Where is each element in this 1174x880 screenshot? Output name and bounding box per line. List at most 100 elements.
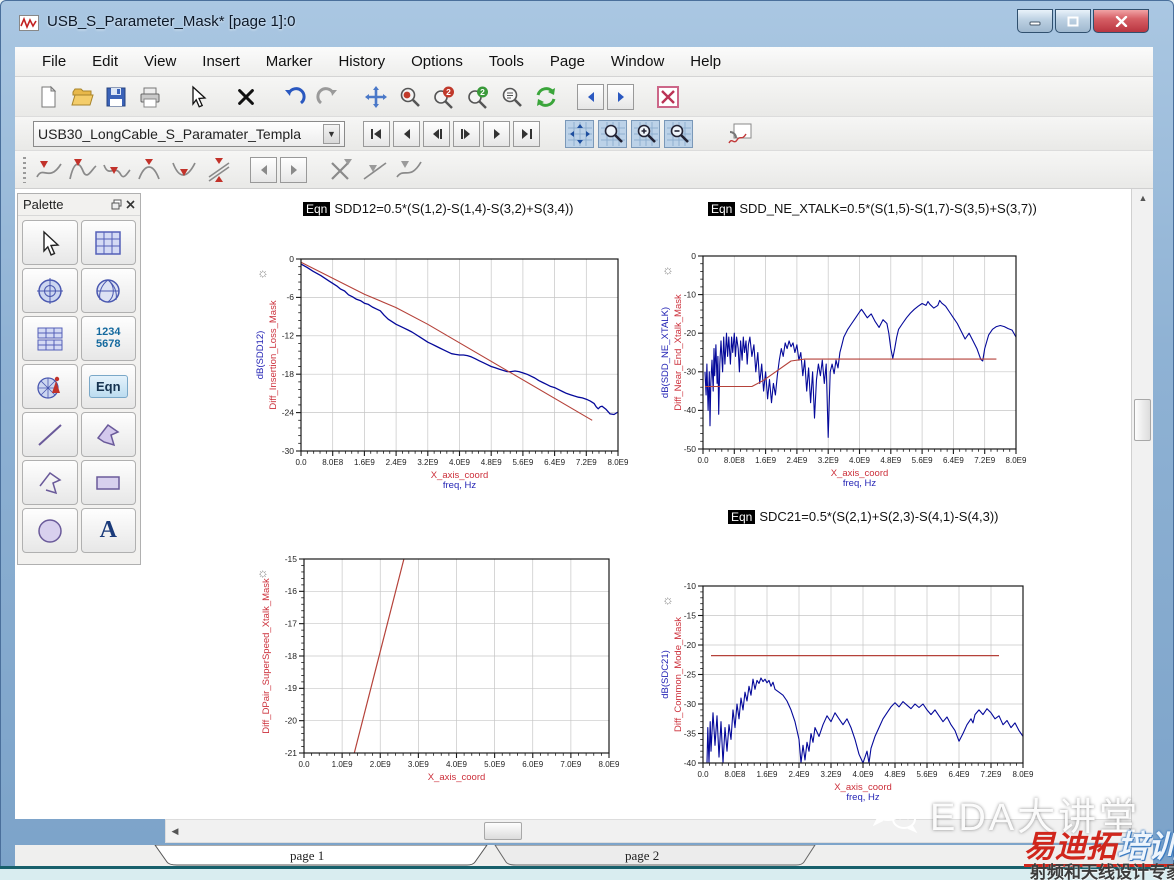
- vertical-scrollbar[interactable]: ▲ ▼: [1131, 189, 1153, 845]
- palette-polyline-tool[interactable]: [22, 460, 78, 505]
- float-panel-icon[interactable]: [111, 199, 122, 210]
- svg-text:-30: -30: [684, 367, 697, 377]
- view-zoom-in-button[interactable]: [631, 119, 660, 148]
- horizontal-scrollbar-thumb[interactable]: [484, 822, 522, 840]
- new-button[interactable]: [31, 81, 65, 113]
- template-dropdown[interactable]: USB30_LongCable_S_Paramater_Templa ▼: [33, 120, 345, 147]
- scroll-up-icon[interactable]: ▲: [1132, 189, 1154, 207]
- prev-step-button[interactable]: [423, 120, 450, 147]
- marker-normal-button[interactable]: [32, 154, 66, 186]
- first-page-button[interactable]: [363, 120, 390, 147]
- next-step-button[interactable]: [453, 120, 480, 147]
- save-button[interactable]: [99, 81, 133, 113]
- marker-delta-button[interactable]: [202, 154, 236, 186]
- menu-window[interactable]: Window: [598, 50, 677, 73]
- view-fit-button[interactable]: [565, 119, 594, 148]
- view-zoom-area-button[interactable]: [598, 119, 627, 148]
- marker-next-button[interactable]: [280, 156, 307, 183]
- menu-edit[interactable]: Edit: [79, 50, 131, 73]
- marker-trace-button[interactable]: [392, 154, 426, 186]
- open-button[interactable]: [65, 81, 99, 113]
- equation-sdd-ne-xtalk[interactable]: Eqn SDD_NE_XTALK=0.5*(S(1,5)-S(1,7)-S(3,5…: [708, 201, 1037, 216]
- palette-polygon-tool[interactable]: [80, 412, 136, 457]
- vertical-scrollbar-thumb[interactable]: [1134, 399, 1151, 441]
- page-bottom-strip: [0, 866, 1174, 880]
- palette-circle-tool[interactable]: [22, 508, 78, 553]
- display-canvas: Eqn SDD12=0.5*(S(1,2)-S(1,4)-S(3,2)+S(3,4…: [15, 189, 1143, 843]
- menu-page[interactable]: Page: [537, 50, 598, 73]
- menu-help[interactable]: Help: [677, 50, 734, 73]
- select-pointer-button[interactable]: [181, 81, 215, 113]
- palette-select-tool[interactable]: [22, 220, 78, 265]
- marker-min-button[interactable]: [168, 154, 202, 186]
- marker-peak-button[interactable]: [66, 154, 100, 186]
- palette-equation-tool[interactable]: Eqn: [80, 364, 136, 409]
- marker-line-button[interactable]: [358, 154, 392, 186]
- menu-view[interactable]: View: [131, 50, 189, 73]
- palette-antenna-plot-tool[interactable]: [22, 364, 78, 409]
- menu-insert[interactable]: Insert: [189, 50, 253, 73]
- pan-move-button[interactable]: [359, 81, 393, 113]
- equation-sdd12[interactable]: Eqn SDD12=0.5*(S(1,2)-S(1,4)-S(3,2)+S(3,4…: [303, 201, 574, 216]
- first-icon: [371, 128, 381, 139]
- antenna-plot-icon: [37, 376, 60, 399]
- menu-marker[interactable]: Marker: [253, 50, 326, 73]
- scroll-left-icon[interactable]: ◀: [166, 820, 184, 842]
- menu-tools[interactable]: Tools: [476, 50, 537, 73]
- horizontal-scrollbar[interactable]: ◀ ▶: [165, 819, 1143, 843]
- palette-rect-plot-tool[interactable]: [80, 220, 136, 265]
- equation-sdc21[interactable]: Eqn SDC21=0.5*(S(2,1)+S(2,3)-S(4,1)-S(4,3…: [728, 509, 999, 524]
- scroll-down-icon[interactable]: ▼: [1132, 827, 1154, 845]
- close-button[interactable]: [1093, 9, 1149, 33]
- insert-plot-button[interactable]: [723, 118, 757, 150]
- tab-page2-label[interactable]: page 2: [625, 848, 659, 864]
- delete-button[interactable]: [229, 81, 263, 113]
- svg-text:Diff_Insertion_Loss_Mask: Diff_Insertion_Loss_Mask: [268, 300, 279, 409]
- palette-rectangle-tool[interactable]: [80, 460, 136, 505]
- svg-text:dB(SDC21): dB(SDC21): [660, 650, 671, 699]
- svg-text:-6: -6: [286, 292, 294, 302]
- menu-file[interactable]: File: [29, 50, 79, 73]
- close-window-button[interactable]: [651, 81, 685, 113]
- plot-sdd-ne-xtalk[interactable]: 0.0 8.0E8 1.6E9 2.4E9 3.2E9 4.0E9 4.8E9 5.6E9 6.…: [654, 239, 1054, 506]
- menu-history[interactable]: History: [325, 50, 398, 73]
- toolbar-grip[interactable]: [23, 156, 26, 183]
- plot-sdd12[interactable]: 0.0 8.0E8 1.6E9 2.4E9 3.2E9 4.0E9 4.8E9 5.6E9 6.…: [249, 239, 641, 506]
- tab-page1-label[interactable]: page 1: [290, 848, 324, 864]
- history-forward-button[interactable]: [607, 83, 634, 110]
- print-button[interactable]: [133, 81, 167, 113]
- undo-button[interactable]: [277, 81, 311, 113]
- plot-superspeed-xtalk-mask[interactable]: 0.0 1.0E9 2.0E9 3.0E9 4.0E9 5.0E9 6.0E9 7.0E9 8.…: [249, 546, 641, 791]
- maximize-button[interactable]: [1055, 9, 1091, 33]
- minimize-button[interactable]: [1017, 9, 1053, 33]
- palette-line-tool[interactable]: [22, 412, 78, 457]
- zoom-out-2x-button[interactable]: 2: [427, 81, 461, 113]
- palette-text-tool[interactable]: A: [80, 508, 136, 553]
- svg-text:2.4E9: 2.4E9: [386, 458, 407, 467]
- marker-max-button[interactable]: [134, 154, 168, 186]
- svg-text:-19: -19: [285, 683, 298, 693]
- palette-stacked-plot-tool[interactable]: [22, 316, 78, 361]
- redo-button[interactable]: [311, 81, 345, 113]
- svg-text:☼: ☼: [257, 565, 269, 580]
- plot-sdc21[interactable]: 0.0 8.0E8 1.6E9 2.4E9 3.2E9 4.0E9 4.8E9 5.6E9 6.…: [654, 576, 1054, 816]
- last-page-button[interactable]: [513, 120, 540, 147]
- marker-valley-button[interactable]: [100, 154, 134, 186]
- marker-prev-button[interactable]: [250, 156, 277, 183]
- next-page-button[interactable]: [483, 120, 510, 147]
- palette-polar-plot-tool[interactable]: [22, 268, 78, 313]
- palette-list-tool[interactable]: 1234 5678: [80, 316, 136, 361]
- view-zoom-out-button[interactable]: [664, 119, 693, 148]
- refresh-button[interactable]: [529, 81, 563, 113]
- close-panel-icon[interactable]: [126, 200, 135, 209]
- prev-page-button[interactable]: [393, 120, 420, 147]
- zoom-area-button[interactable]: [393, 81, 427, 113]
- history-back-button[interactable]: [577, 83, 604, 110]
- palette-smith-chart-tool[interactable]: [80, 268, 136, 313]
- zoom-selection-button[interactable]: [495, 81, 529, 113]
- zoom-in-2x-button[interactable]: 2: [461, 81, 495, 113]
- grid-magnifier-icon: [600, 121, 625, 146]
- marker-clear-button[interactable]: [324, 154, 358, 186]
- back-arrow-icon: [587, 91, 594, 102]
- menu-options[interactable]: Options: [398, 50, 476, 73]
